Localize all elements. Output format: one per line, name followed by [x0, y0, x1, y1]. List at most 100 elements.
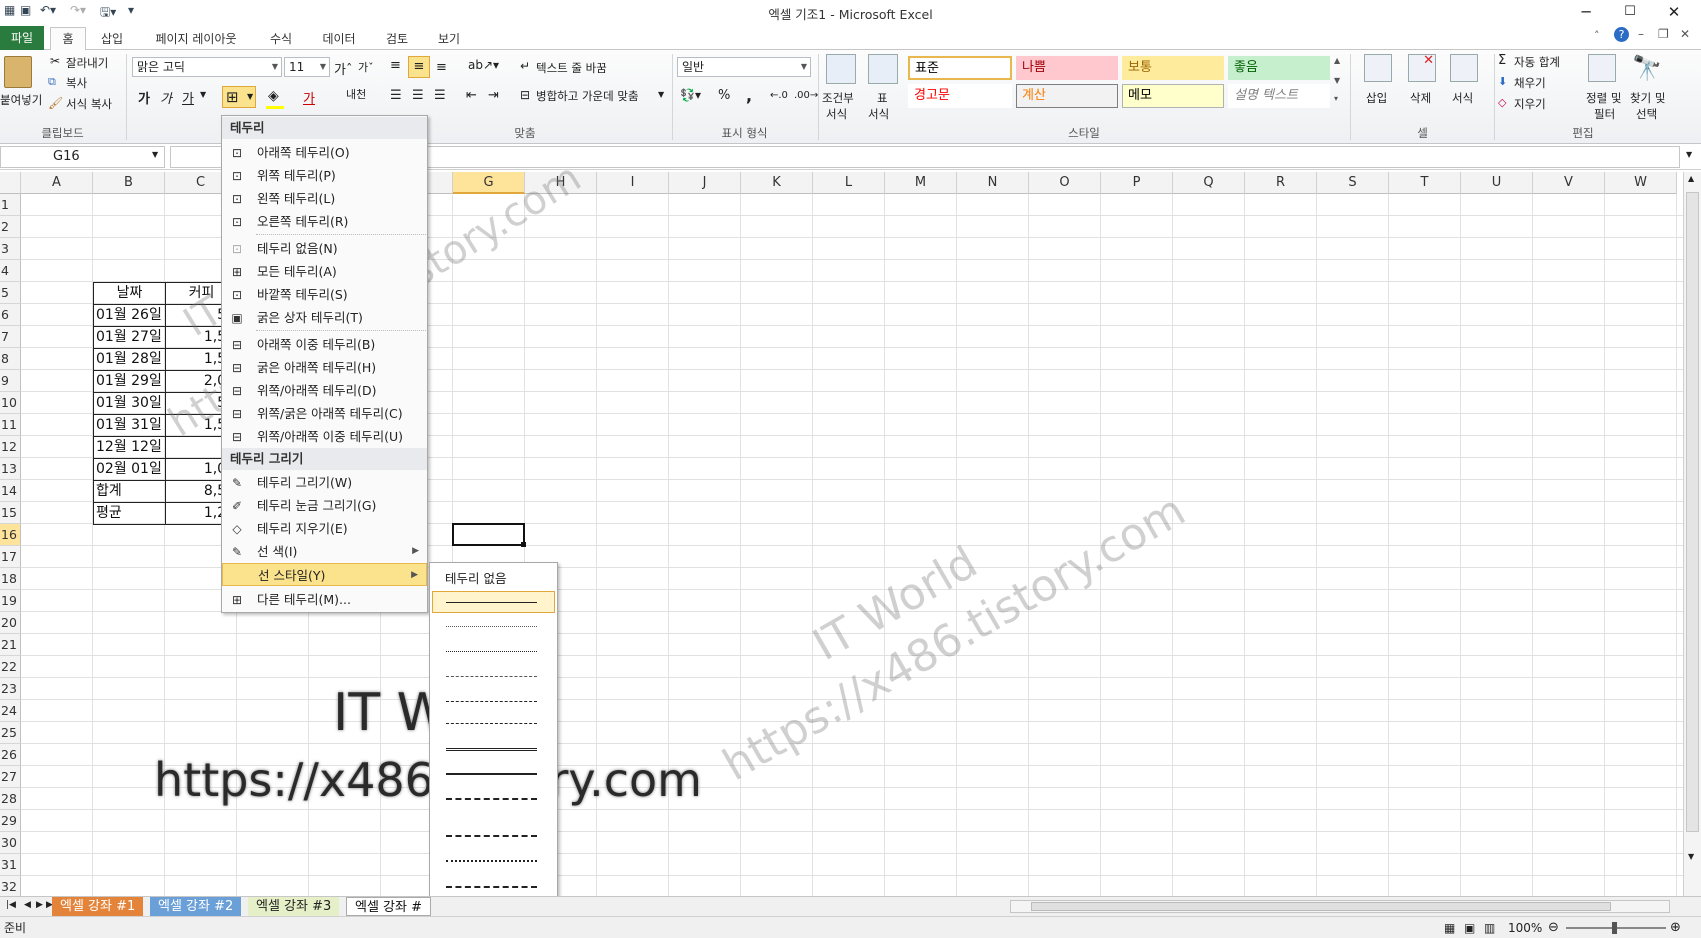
table-cell-date[interactable]: 01월 28일: [93, 348, 166, 371]
table-cell-date[interactable]: 01월 30일: [93, 392, 166, 415]
line-style-medium[interactable]: [446, 773, 537, 775]
table-header-date[interactable]: 날짜: [93, 282, 166, 305]
tab-view[interactable]: 보기: [430, 28, 468, 50]
menu-draw-border-grid[interactable]: ✐ 테두리 눈금 그리기(G): [222, 494, 427, 517]
column-header-a[interactable]: A: [21, 172, 93, 194]
style-neutral[interactable]: 보통: [1122, 56, 1224, 80]
page-layout-view-icon[interactable]: ▣: [1464, 917, 1475, 938]
conditional-format-label2[interactable]: 서식: [826, 106, 847, 122]
underline-dropdown-icon[interactable]: ▼: [200, 90, 206, 99]
menu-all-borders[interactable]: ⊞ 모든 테두리(A): [222, 260, 427, 283]
table-cell-date[interactable]: 평균: [93, 502, 166, 525]
merge-center-button[interactable]: 병합하고 가운데 맞춤: [536, 88, 639, 104]
styles-scroll-up-icon[interactable]: ▲: [1334, 56, 1340, 65]
style-warning[interactable]: 경고문: [908, 84, 1012, 108]
row-header-20[interactable]: 20: [0, 612, 21, 634]
menu-right-border[interactable]: ⊡ 오른쪽 테두리(R): [222, 210, 427, 233]
row-header-21[interactable]: 21: [0, 634, 21, 656]
menu-outside-borders[interactable]: ⊡ 바깥쪽 테두리(S): [222, 283, 427, 306]
line-style-medium-dash-dot-dot[interactable]: [446, 860, 537, 862]
tab-data[interactable]: 데이터: [314, 28, 364, 50]
tab-file[interactable]: 파일: [0, 26, 44, 50]
row-header-32[interactable]: 32: [0, 876, 21, 896]
menu-bottom-border[interactable]: ⊡ 아래쪽 테두리(O): [222, 141, 427, 164]
menu-top-border[interactable]: ⊡ 위쪽 테두리(P): [222, 164, 427, 187]
line-style-none[interactable]: 테두리 없음: [445, 568, 506, 587]
table-cell-date[interactable]: 01월 29일: [93, 370, 166, 393]
line-style-dashed[interactable]: [446, 723, 537, 724]
font-name-combo[interactable]: 맑은 고딕 ▼: [132, 57, 282, 77]
fill-handle[interactable]: [521, 542, 526, 547]
line-style-medium-dash-dot[interactable]: [446, 835, 537, 837]
find-select-button[interactable]: 찾기 및: [1630, 90, 1665, 106]
column-header-n[interactable]: N: [957, 172, 1029, 194]
prev-sheet-icon[interactable]: ◀: [24, 900, 31, 910]
page-break-view-icon[interactable]: ▥: [1484, 917, 1495, 938]
formula-expand-icon[interactable]: ▼: [1686, 150, 1692, 159]
horizontal-scrollbar[interactable]: [1010, 900, 1670, 913]
copy-button[interactable]: 복사: [66, 75, 87, 91]
menu-bottom-double-border[interactable]: ⊟ 아래쪽 이중 테두리(B): [222, 333, 427, 356]
row-header-25[interactable]: 25: [0, 722, 21, 744]
align-left-icon[interactable]: ☰: [390, 88, 402, 103]
close-button[interactable]: ✕: [1651, 1, 1697, 23]
row-header-5[interactable]: 5: [0, 282, 21, 304]
align-right-icon[interactable]: ☰: [434, 88, 446, 103]
column-header-m[interactable]: M: [885, 172, 957, 194]
vertical-scrollbar[interactable]: ▲ ▼: [1683, 172, 1701, 896]
scroll-up-icon[interactable]: ▲: [1688, 174, 1694, 183]
line-style-thin[interactable]: [446, 602, 537, 603]
sort-filter-icon[interactable]: [1588, 54, 1616, 82]
decrease-decimal-icon[interactable]: .00→: [794, 90, 818, 101]
scroll-down-icon[interactable]: ▼: [1688, 852, 1694, 861]
menu-line-style[interactable]: 선 스타일(Y) ▶: [222, 563, 427, 586]
number-format-combo[interactable]: 일반 ▼: [677, 57, 811, 77]
delete-cells-icon[interactable]: ✕: [1408, 53, 1436, 82]
menu-line-color[interactable]: ✎ 선 색(I) ▶: [222, 540, 427, 563]
row-header-30[interactable]: 30: [0, 832, 21, 854]
row-header-29[interactable]: 29: [0, 810, 21, 832]
orientation-icon[interactable]: ab↗▾: [468, 58, 499, 72]
paste-icon[interactable]: [4, 56, 32, 88]
decrease-indent-icon[interactable]: ⇤: [466, 88, 477, 103]
increase-decimal-icon[interactable]: ←.0: [770, 90, 788, 101]
delete-cells-button[interactable]: 삭제: [1410, 90, 1431, 106]
row-header-27[interactable]: 27: [0, 766, 21, 788]
styles-more-icon[interactable]: ▾: [1334, 94, 1338, 103]
italic-button[interactable]: 가: [160, 88, 172, 107]
align-top-icon[interactable]: ≡: [390, 58, 401, 73]
column-header-t[interactable]: T: [1389, 172, 1461, 194]
zoom-level[interactable]: 100%: [1508, 917, 1542, 938]
style-normal[interactable]: 표준: [908, 56, 1012, 80]
doc-minimize-icon[interactable]: –: [1638, 27, 1644, 41]
name-box-dropdown-icon[interactable]: ▼: [152, 150, 158, 159]
font-color-icon[interactable]: 가: [303, 88, 315, 107]
sort-filter-button[interactable]: 정렬 및: [1586, 90, 1621, 106]
autosum-button[interactable]: 자동 합계: [1514, 54, 1560, 70]
wrap-text-button[interactable]: 텍스트 줄 바꿈: [536, 60, 607, 76]
style-calculation[interactable]: 계산: [1016, 84, 1118, 108]
paste-button[interactable]: 붙여넣기: [0, 92, 42, 108]
vertical-scroll-thumb[interactable]: [1686, 192, 1699, 832]
menu-more-borders[interactable]: ⊞ 다른 테두리(M)...: [222, 588, 427, 611]
line-style-medium-dashed[interactable]: [446, 798, 537, 800]
row-header-10[interactable]: 10: [0, 392, 21, 414]
row-header-16[interactable]: 16: [0, 524, 21, 546]
phonetic-icon[interactable]: 내천: [346, 86, 366, 102]
menu-top-thick-bottom-border[interactable]: ⊟ 위쪽/굵은 아래쪽 테두리(C): [222, 402, 427, 425]
currency-icon[interactable]: 💱▾: [680, 88, 701, 102]
find-select-label2[interactable]: 선택: [1636, 106, 1657, 122]
fill-color-icon[interactable]: ◈: [268, 88, 279, 104]
maximize-button[interactable]: ☐: [1607, 1, 1653, 23]
tab-page-layout[interactable]: 페이지 레이아웃: [146, 28, 246, 50]
bold-button[interactable]: 가: [138, 88, 150, 107]
font-grow-icon[interactable]: 가ˆ: [334, 59, 352, 78]
line-style-dash-dot-dot[interactable]: [446, 676, 537, 677]
row-header-7[interactable]: 7: [0, 326, 21, 348]
style-bad[interactable]: 나쁨: [1016, 56, 1118, 80]
row-header-4[interactable]: 4: [0, 260, 21, 282]
fill-button[interactable]: 채우기: [1514, 75, 1546, 91]
menu-left-border[interactable]: ⊡ 왼쪽 테두리(L): [222, 187, 427, 210]
row-header-24[interactable]: 24: [0, 700, 21, 722]
column-header-s[interactable]: S: [1317, 172, 1389, 194]
